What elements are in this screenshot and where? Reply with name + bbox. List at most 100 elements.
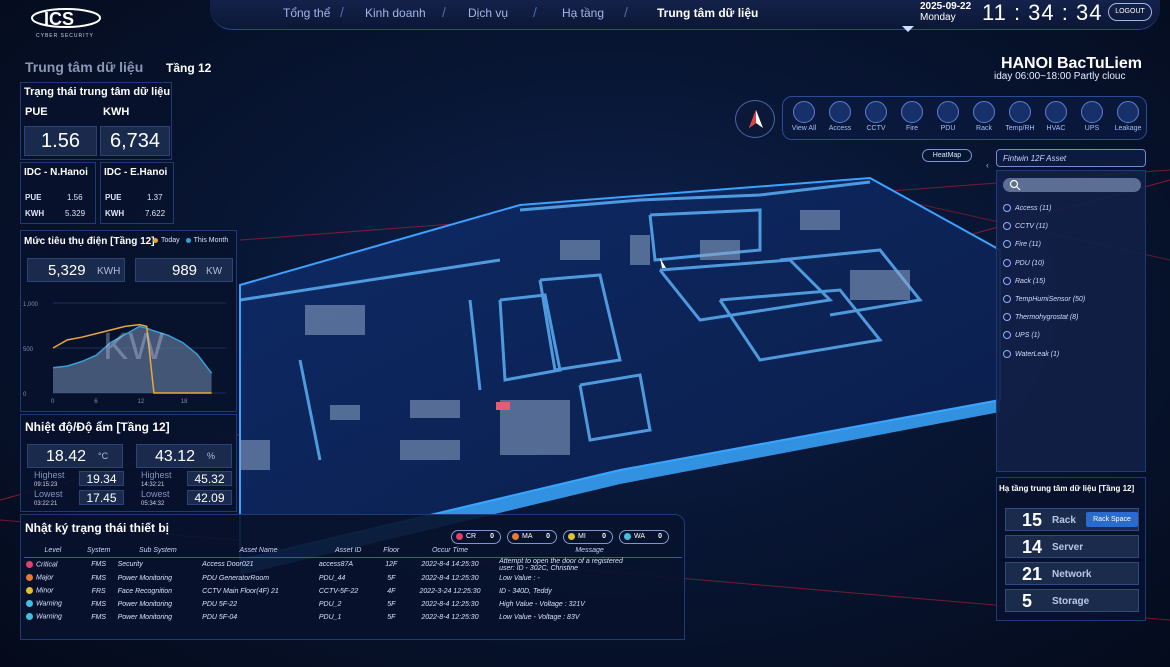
table-cell: 5F <box>387 613 396 621</box>
filter-access-button[interactable]: Access <box>823 99 857 137</box>
site-e-hanoi[interactable]: IDC - E.Hanoi PUE 1.37 KWH 7.622 <box>100 162 174 224</box>
asset-tree-item[interactable]: PDU (10) <box>1003 258 1044 267</box>
hum-highest-label: Highest 14:32:21 <box>141 470 172 489</box>
infra-label: Rack <box>1052 515 1076 526</box>
badge-label: CR <box>466 533 477 540</box>
infra-count: 15 <box>1022 510 1043 530</box>
kwh-value: 6,734 <box>100 126 170 156</box>
asset-tree-item[interactable]: Rack (15) <box>1003 276 1045 285</box>
log-table-body: Critical FMS Security Access Door021 access8… <box>24 557 682 624</box>
table-row[interactable]: Major FMS Power Monitoring PDU GeneratorRoo… <box>24 572 682 585</box>
floor-label[interactable]: Tầng 12 <box>166 61 211 75</box>
asset-tree-item[interactable]: Fire (11) <box>1003 240 1041 249</box>
badge-label: WA <box>634 533 646 540</box>
table-row[interactable]: Critical FMS Security Access Door021 access8… <box>24 557 682 572</box>
page-title: Trung tâm dữ liệu <box>25 59 144 75</box>
expand-icon <box>1003 222 1011 231</box>
asset-tree-item[interactable]: Thermohygrostat (8) <box>1003 313 1078 322</box>
severity-badges: CR 0 MA 0 MI 0 WA 0 <box>451 525 675 544</box>
filter-view-all-button[interactable]: View All <box>787 99 821 137</box>
temperature-value: 18.42 <box>46 448 87 465</box>
infra-server[interactable]: 14 Server <box>1005 535 1139 558</box>
badge-cr[interactable]: CR 0 <box>451 530 501 544</box>
table-cell: Access Door021 <box>202 561 254 568</box>
filter-rack-button[interactable]: Rack <box>967 99 1001 137</box>
table-cell: Warning <box>24 598 82 611</box>
level-dot-icon <box>26 600 33 608</box>
filter-label: PDU <box>940 125 956 132</box>
compass-button[interactable] <box>735 100 775 138</box>
x-tick-label: 18 <box>181 399 188 405</box>
table-cell: High Value - Voltage : 321V <box>499 600 585 608</box>
nav-kinh-doanh[interactable]: Kinh doanh <box>365 6 426 20</box>
current-time: 11 : 34 : 34 <box>982 0 1103 25</box>
table-cell: PDU 5F-04 <box>202 613 238 621</box>
logout-button[interactable]: LOGOUT <box>1108 3 1152 21</box>
table-row[interactable]: Minor FRS Face Recognition CCTV Main Floor(… <box>24 585 682 598</box>
site-n-hanoi[interactable]: IDC - N.Hanoi PUE 1.56 KWH 5.329 <box>20 162 96 224</box>
table-cell: 2022-8-4 12:25:30 <box>421 600 479 608</box>
filter-label: View All <box>791 125 817 132</box>
nav-trung-tam-du-lieu[interactable]: Trung tâm dữ liệu <box>657 6 758 20</box>
filter-label: Temp/RH <box>1005 125 1035 132</box>
filter-ups-button[interactable]: UPS <box>1075 99 1109 137</box>
pue-value: 1.56 <box>24 126 97 156</box>
asset-tree-item[interactable]: Access (11) <box>1003 204 1051 212</box>
table-cell: PDU_44 <box>318 574 346 582</box>
filter-leakage-button[interactable]: Leakage <box>1111 99 1145 137</box>
asset-search-input[interactable] <box>1003 178 1141 192</box>
heatmap-toggle[interactable]: HeatMap <box>922 149 972 162</box>
table-row[interactable]: Warning FMS Power Monitoring PDU 5F-22 PDU_2… <box>24 598 682 611</box>
dc-status-title: Trạng thái trung tâm dữ liệu <box>24 86 171 98</box>
hum-lowest-label: Lowest 05:34:32 <box>141 489 170 508</box>
filter-cctv-button[interactable]: CCTV <box>859 99 893 137</box>
asset-tree-item[interactable]: CCTV (11) <box>1003 222 1048 231</box>
y-tick-label: 0 <box>23 392 27 398</box>
filter-temp-rh-button[interactable]: Temp/RH <box>1003 99 1037 137</box>
badge-dot-icon <box>624 532 631 540</box>
infra-network[interactable]: 21 Network <box>1005 562 1139 585</box>
climate-panel: Nhiệt độ/Độ ẩm [Tầng 12] 18.42 °C 43.12 … <box>20 414 237 512</box>
table-cell: CCTV-5F-22 <box>318 587 359 595</box>
infra-rack[interactable]: 15 Rack Rack Space <box>1005 508 1139 531</box>
leakage-icon <box>1117 101 1139 123</box>
asset-tree-label: WaterLeak (1) <box>1015 350 1060 358</box>
filter-hvac-button[interactable]: HVAC <box>1039 99 1073 137</box>
badge-ma[interactable]: MA 0 <box>507 530 557 544</box>
table-cell: FMS <box>91 561 107 568</box>
expand-icon <box>1003 240 1011 249</box>
rack-icon <box>973 101 995 123</box>
filter-label: Leakage <box>1114 125 1142 132</box>
asset-tree-item[interactable]: UPS (1) <box>1003 331 1040 340</box>
infrastructure-panel: Hạ tầng trung tâm dữ liệu [Tầng 12] 15 Ra… <box>996 477 1146 621</box>
table-cell: FMS <box>91 613 107 621</box>
nav-dich-vu[interactable]: Dịch vụ <box>468 6 508 20</box>
brand-text: ICS <box>44 9 74 29</box>
level-dot-icon <box>26 574 33 582</box>
badge-dot-icon <box>568 532 575 540</box>
filter-pdu-button[interactable]: PDU <box>931 99 965 137</box>
access-icon <box>829 101 851 123</box>
asset-tree-item[interactable]: TempHumiSensor (50) <box>1003 295 1085 303</box>
rack-space-button[interactable]: Rack Space <box>1086 512 1138 527</box>
company-logo: ICS CYBER SECURITY <box>28 6 108 39</box>
ups-icon <box>1081 101 1103 123</box>
nav-tong-the[interactable]: Tổng thể <box>283 6 330 20</box>
asset-tree-item[interactable]: WaterLeak (1) <box>1003 349 1060 358</box>
expand-icon <box>1003 204 1011 212</box>
table-cell: Power Monitoring <box>117 574 173 582</box>
infra-storage[interactable]: 5 Storage <box>1005 589 1139 612</box>
asset-tree-panel: Access (11) CCTV (11) Fire (11) PDU (10) Rac… <box>996 170 1146 472</box>
nav-ha-tang[interactable]: Hạ tầng <box>562 6 604 20</box>
filter-fire-button[interactable]: Fire <box>895 99 929 137</box>
badge-mi[interactable]: MI 0 <box>563 530 613 544</box>
expand-icon <box>1003 313 1011 322</box>
pdu-icon <box>937 101 959 123</box>
badge-count: 0 <box>602 533 606 540</box>
collapse-arrow-icon[interactable]: ‹ <box>986 160 994 178</box>
temp-lowest-value: 17.45 <box>79 490 124 505</box>
asset-tree-title[interactable]: Fintwin 12F Asset <box>996 149 1146 167</box>
badge-wa[interactable]: WA 0 <box>619 530 669 544</box>
table-row[interactable]: Warning FMS Power Monitoring PDU 5F-04 PDU_1… <box>24 611 682 624</box>
level-dot-icon <box>26 560 33 568</box>
